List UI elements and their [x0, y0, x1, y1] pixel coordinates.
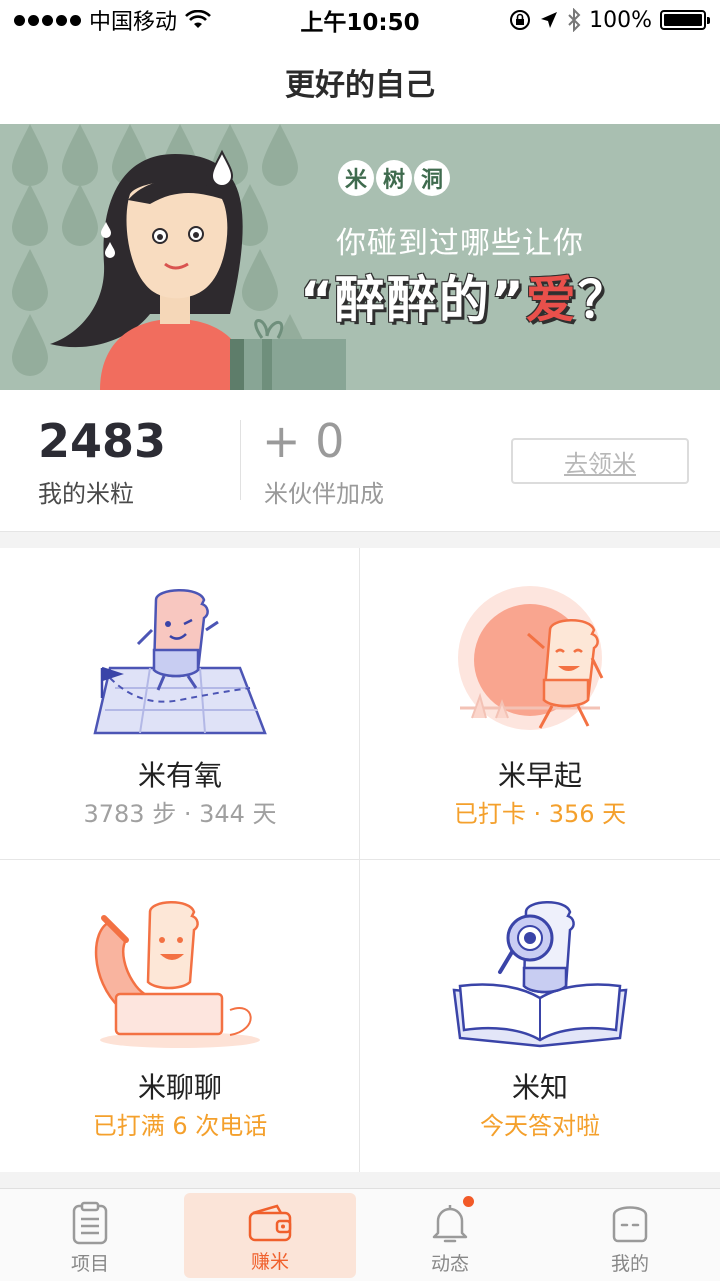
stats-divider	[240, 420, 241, 500]
banner-quote-text: “醉醉的”	[300, 271, 526, 329]
banner-tag-char: 米	[338, 160, 374, 196]
feature-subtitle: 今天答对啦	[480, 1112, 600, 1140]
sunrise-icon	[458, 586, 604, 730]
tab-earn-rice[interactable]: 赚米	[180, 1189, 360, 1281]
banner-tag-char: 树	[376, 160, 412, 196]
section-divider	[0, 532, 720, 548]
rice-stats: 2483 我的米粒 + 0 米伙伴加成 去领米	[0, 390, 720, 532]
feature-card-knowledge[interactable]: 米知 今天答对啦	[360, 860, 720, 1172]
feature-title: 米聊聊	[137, 1071, 222, 1104]
feature-subtitle: 已打卡 · 356 天	[453, 800, 627, 828]
tab-label: 我的	[610, 1253, 649, 1275]
banner-headline: 你碰到过哪些让你	[336, 226, 584, 261]
feature-title: 米知	[511, 1071, 568, 1104]
reading-book-icon	[452, 901, 628, 1048]
status-right: 100%	[509, 7, 710, 33]
tab-projects[interactable]: 项目	[0, 1189, 180, 1281]
banner-tag-char: 洞	[414, 160, 450, 196]
banner-question-mark: ？	[577, 271, 630, 329]
feature-card-chat[interactable]: 米聊聊 已打满 6 次电话	[0, 860, 360, 1172]
feature-title: 米早起	[497, 759, 582, 792]
wifi-icon	[185, 10, 211, 28]
rice-count: 2483	[38, 414, 167, 468]
feature-card-aerobic[interactable]: 米有氧 3783 步 · 344 天	[0, 548, 360, 860]
bluetooth-icon	[568, 8, 581, 32]
page-title: 更好的自己	[285, 68, 435, 103]
wallet-icon	[248, 1204, 292, 1242]
feature-title: 米有氧	[137, 759, 222, 792]
orientation-lock-icon	[510, 10, 531, 30]
status-left: 中国移动	[14, 4, 211, 36]
clipboard-icon	[72, 1201, 108, 1245]
tab-activity[interactable]: 动态	[360, 1189, 540, 1281]
tab-profile[interactable]: 我的	[540, 1189, 720, 1281]
status-bar: 中国移动 上午10:50 100%	[0, 0, 720, 40]
navigation-bar: 更好的自己	[0, 40, 720, 124]
feature-subtitle: 已打满 6 次电话	[92, 1112, 268, 1140]
battery-icon	[660, 10, 710, 30]
tab-label: 赚米	[250, 1251, 289, 1273]
claim-rice-button[interactable]: 去领米	[511, 438, 689, 484]
tab-bar: 项目 赚米 动态 我的	[0, 1188, 720, 1281]
notification-dot	[463, 1196, 474, 1207]
section-divider	[0, 1172, 720, 1188]
phone-call-icon	[94, 901, 260, 1048]
partner-bonus-value: + 0	[262, 414, 345, 468]
walking-map-icon	[93, 589, 267, 735]
bell-icon	[432, 1205, 468, 1243]
feature-subtitle: 3783 步 · 344 天	[83, 800, 277, 828]
feature-grid: 米有氧 3783 步 · 344 天 米早起 已打卡 · 356 天 米聊聊 已…	[0, 548, 720, 1172]
promo-banner[interactable]: 米 树 洞 你碰到过哪些让你 “醉醉的”爱？	[0, 124, 720, 390]
carrier-label: 中国移动	[89, 10, 178, 35]
tab-label: 项目	[70, 1253, 109, 1275]
location-icon	[541, 12, 558, 28]
feature-card-early-rise[interactable]: 米早起 已打卡 · 356 天	[360, 548, 720, 860]
banner-subheadline: “醉醉的”爱？	[300, 260, 630, 332]
banner-tag: 米 树 洞	[338, 160, 450, 196]
profile-face-icon	[612, 1206, 648, 1243]
banner-love-text: 爱	[525, 271, 578, 329]
battery-percent: 100%	[589, 7, 652, 33]
signal-icon	[14, 14, 81, 26]
partner-bonus-label: 米伙伴加成	[264, 480, 384, 508]
tab-label: 动态	[430, 1253, 469, 1275]
rice-label: 我的米粒	[38, 480, 134, 508]
